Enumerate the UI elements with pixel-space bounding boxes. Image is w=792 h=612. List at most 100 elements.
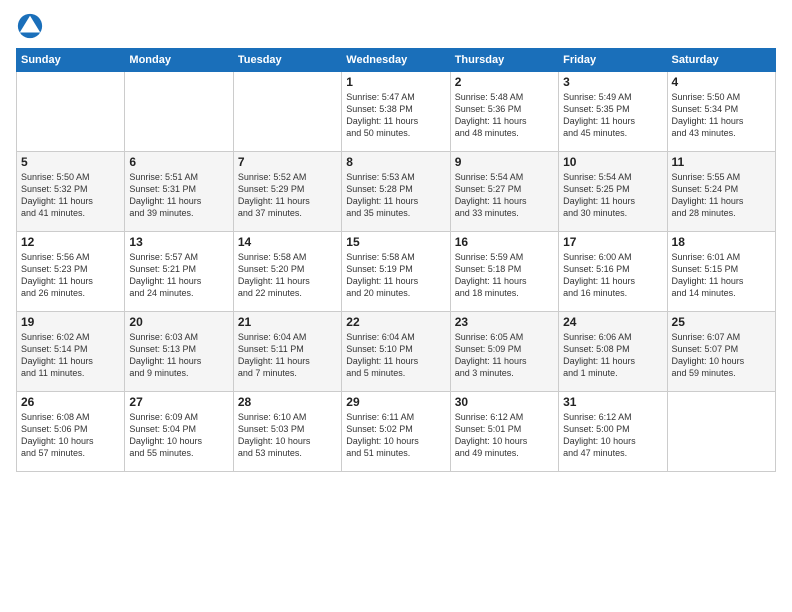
calendar-cell: 8Sunrise: 5:53 AM Sunset: 5:28 PM Daylig…: [342, 152, 450, 232]
header-cell-saturday: Saturday: [667, 49, 775, 72]
calendar-cell: 17 Sunrise: 6:00 AM Sunset: 5:16 PM Dayli…: [559, 232, 667, 312]
header-cell-friday: Friday: [559, 49, 667, 72]
day-number: 17: [563, 235, 662, 249]
calendar-cell: 5 Sunrise: 5:50 AM Sunset: 5:32 PM Daylig…: [17, 152, 125, 232]
header-cell-tuesday: Tuesday: [233, 49, 341, 72]
calendar-cell: 25Sunrise: 6:07 AM Sunset: 5:07 PM Dayli…: [667, 312, 775, 392]
calendar-cell: 21 Sunrise: 6:04 AM Sunset: 5:11 PM Dayli…: [233, 312, 341, 392]
day-number: 16: [455, 235, 554, 249]
cell-content: Sunrise: 5:57 AM Sunset: 5:21 PM Dayligh…: [129, 251, 228, 300]
cell-content: Sunrise: 5:49 AM Sunset: 5:35 PM Dayligh…: [563, 91, 662, 140]
day-number: 23: [455, 315, 554, 329]
cell-content: Sunrise: 6:04 AM Sunset: 5:10 PM Dayligh…: [346, 331, 445, 380]
cell-content: Sunrise: 5:54 AM Sunset: 5:27 PM Dayligh…: [455, 171, 554, 220]
day-number: 22: [346, 315, 445, 329]
calendar-week-0: 1Sunrise: 5:47 AM Sunset: 5:38 PM Daylig…: [17, 72, 776, 152]
logo: [16, 12, 48, 40]
header: [16, 12, 776, 40]
cell-content: Sunrise: 5:50 AM Sunset: 5:32 PM Dayligh…: [21, 171, 120, 220]
calendar-cell: 28Sunrise: 6:10 AM Sunset: 5:03 PM Dayli…: [233, 392, 341, 472]
cell-content: Sunrise: 6:12 AM Sunset: 5:01 PM Dayligh…: [455, 411, 554, 460]
day-number: 27: [129, 395, 228, 409]
day-number: 29: [346, 395, 445, 409]
day-number: 12: [21, 235, 120, 249]
day-number: 6: [129, 155, 228, 169]
cell-content: Sunrise: 5:51 AM Sunset: 5:31 PM Dayligh…: [129, 171, 228, 220]
day-number: 1: [346, 75, 445, 89]
calendar-header: SundayMondayTuesdayWednesdayThursdayFrid…: [17, 49, 776, 72]
calendar-cell: 20 Sunrise: 6:03 AM Sunset: 5:13 PM Dayli…: [125, 312, 233, 392]
day-number: 20: [129, 315, 228, 329]
cell-content: Sunrise: 6:03 AM Sunset: 5:13 PM Dayligh…: [129, 331, 228, 380]
calendar-cell: 2 Sunrise: 5:48 AM Sunset: 5:36 PM Daylig…: [450, 72, 558, 152]
calendar-cell: [233, 72, 341, 152]
calendar-week-2: 12 Sunrise: 5:56 AM Sunset: 5:23 PM Dayli…: [17, 232, 776, 312]
cell-content: Sunrise: 6:02 AM Sunset: 5:14 PM Dayligh…: [21, 331, 120, 380]
calendar-cell: [17, 72, 125, 152]
cell-content: Sunrise: 5:54 AM Sunset: 5:25 PM Dayligh…: [563, 171, 662, 220]
calendar-week-4: 26Sunrise: 6:08 AM Sunset: 5:06 PM Dayli…: [17, 392, 776, 472]
cell-content: Sunrise: 5:50 AM Sunset: 5:34 PM Dayligh…: [672, 91, 771, 140]
calendar-cell: 4 Sunrise: 5:50 AM Sunset: 5:34 PM Daylig…: [667, 72, 775, 152]
cell-content: Sunrise: 6:05 AM Sunset: 5:09 PM Dayligh…: [455, 331, 554, 380]
calendar-cell: 24 Sunrise: 6:06 AM Sunset: 5:08 PM Dayli…: [559, 312, 667, 392]
calendar-week-3: 19Sunrise: 6:02 AM Sunset: 5:14 PM Dayli…: [17, 312, 776, 392]
day-number: 31: [563, 395, 662, 409]
calendar-cell: 18Sunrise: 6:01 AM Sunset: 5:15 PM Dayli…: [667, 232, 775, 312]
day-number: 8: [346, 155, 445, 169]
header-cell-monday: Monday: [125, 49, 233, 72]
day-number: 5: [21, 155, 120, 169]
calendar-cell: 7 Sunrise: 5:52 AM Sunset: 5:29 PM Daylig…: [233, 152, 341, 232]
day-number: 15: [346, 235, 445, 249]
calendar-cell: 1Sunrise: 5:47 AM Sunset: 5:38 PM Daylig…: [342, 72, 450, 152]
day-number: 13: [129, 235, 228, 249]
calendar-cell: [125, 72, 233, 152]
day-number: 2: [455, 75, 554, 89]
calendar-body: 1Sunrise: 5:47 AM Sunset: 5:38 PM Daylig…: [17, 72, 776, 472]
cell-content: Sunrise: 5:48 AM Sunset: 5:36 PM Dayligh…: [455, 91, 554, 140]
cell-content: Sunrise: 5:56 AM Sunset: 5:23 PM Dayligh…: [21, 251, 120, 300]
day-number: 10: [563, 155, 662, 169]
calendar-table: SundayMondayTuesdayWednesdayThursdayFrid…: [16, 48, 776, 472]
header-row: SundayMondayTuesdayWednesdayThursdayFrid…: [17, 49, 776, 72]
calendar-cell: 31Sunrise: 6:12 AM Sunset: 5:00 PM Dayli…: [559, 392, 667, 472]
calendar-cell: 27 Sunrise: 6:09 AM Sunset: 5:04 PM Dayli…: [125, 392, 233, 472]
calendar-cell: 13 Sunrise: 5:57 AM Sunset: 5:21 PM Dayli…: [125, 232, 233, 312]
calendar-cell: 6 Sunrise: 5:51 AM Sunset: 5:31 PM Daylig…: [125, 152, 233, 232]
day-number: 7: [238, 155, 337, 169]
calendar-cell: 30Sunrise: 6:12 AM Sunset: 5:01 PM Dayli…: [450, 392, 558, 472]
cell-content: Sunrise: 6:04 AM Sunset: 5:11 PM Dayligh…: [238, 331, 337, 380]
cell-content: Sunrise: 6:11 AM Sunset: 5:02 PM Dayligh…: [346, 411, 445, 460]
calendar-cell: 16 Sunrise: 5:59 AM Sunset: 5:18 PM Dayli…: [450, 232, 558, 312]
day-number: 14: [238, 235, 337, 249]
calendar-cell: 23 Sunrise: 6:05 AM Sunset: 5:09 PM Dayli…: [450, 312, 558, 392]
calendar-cell: 11 Sunrise: 5:55 AM Sunset: 5:24 PM Dayli…: [667, 152, 775, 232]
cell-content: Sunrise: 6:00 AM Sunset: 5:16 PM Dayligh…: [563, 251, 662, 300]
day-number: 21: [238, 315, 337, 329]
cell-content: Sunrise: 6:01 AM Sunset: 5:15 PM Dayligh…: [672, 251, 771, 300]
header-cell-thursday: Thursday: [450, 49, 558, 72]
cell-content: Sunrise: 6:09 AM Sunset: 5:04 PM Dayligh…: [129, 411, 228, 460]
day-number: 4: [672, 75, 771, 89]
cell-content: Sunrise: 5:52 AM Sunset: 5:29 PM Dayligh…: [238, 171, 337, 220]
calendar-cell: 19Sunrise: 6:02 AM Sunset: 5:14 PM Dayli…: [17, 312, 125, 392]
header-cell-sunday: Sunday: [17, 49, 125, 72]
calendar-week-1: 5 Sunrise: 5:50 AM Sunset: 5:32 PM Daylig…: [17, 152, 776, 232]
day-number: 24: [563, 315, 662, 329]
day-number: 3: [563, 75, 662, 89]
day-number: 26: [21, 395, 120, 409]
calendar-cell: 14Sunrise: 5:58 AM Sunset: 5:20 PM Dayli…: [233, 232, 341, 312]
calendar-cell: 26Sunrise: 6:08 AM Sunset: 5:06 PM Dayli…: [17, 392, 125, 472]
calendar-cell: 15Sunrise: 5:58 AM Sunset: 5:19 PM Dayli…: [342, 232, 450, 312]
day-number: 9: [455, 155, 554, 169]
cell-content: Sunrise: 6:06 AM Sunset: 5:08 PM Dayligh…: [563, 331, 662, 380]
day-number: 28: [238, 395, 337, 409]
calendar-cell: 10 Sunrise: 5:54 AM Sunset: 5:25 PM Dayli…: [559, 152, 667, 232]
cell-content: Sunrise: 5:59 AM Sunset: 5:18 PM Dayligh…: [455, 251, 554, 300]
calendar-cell: 22 Sunrise: 6:04 AM Sunset: 5:10 PM Dayli…: [342, 312, 450, 392]
calendar-cell: [667, 392, 775, 472]
cell-content: Sunrise: 5:55 AM Sunset: 5:24 PM Dayligh…: [672, 171, 771, 220]
page: SundayMondayTuesdayWednesdayThursdayFrid…: [0, 0, 792, 612]
day-number: 11: [672, 155, 771, 169]
header-cell-wednesday: Wednesday: [342, 49, 450, 72]
